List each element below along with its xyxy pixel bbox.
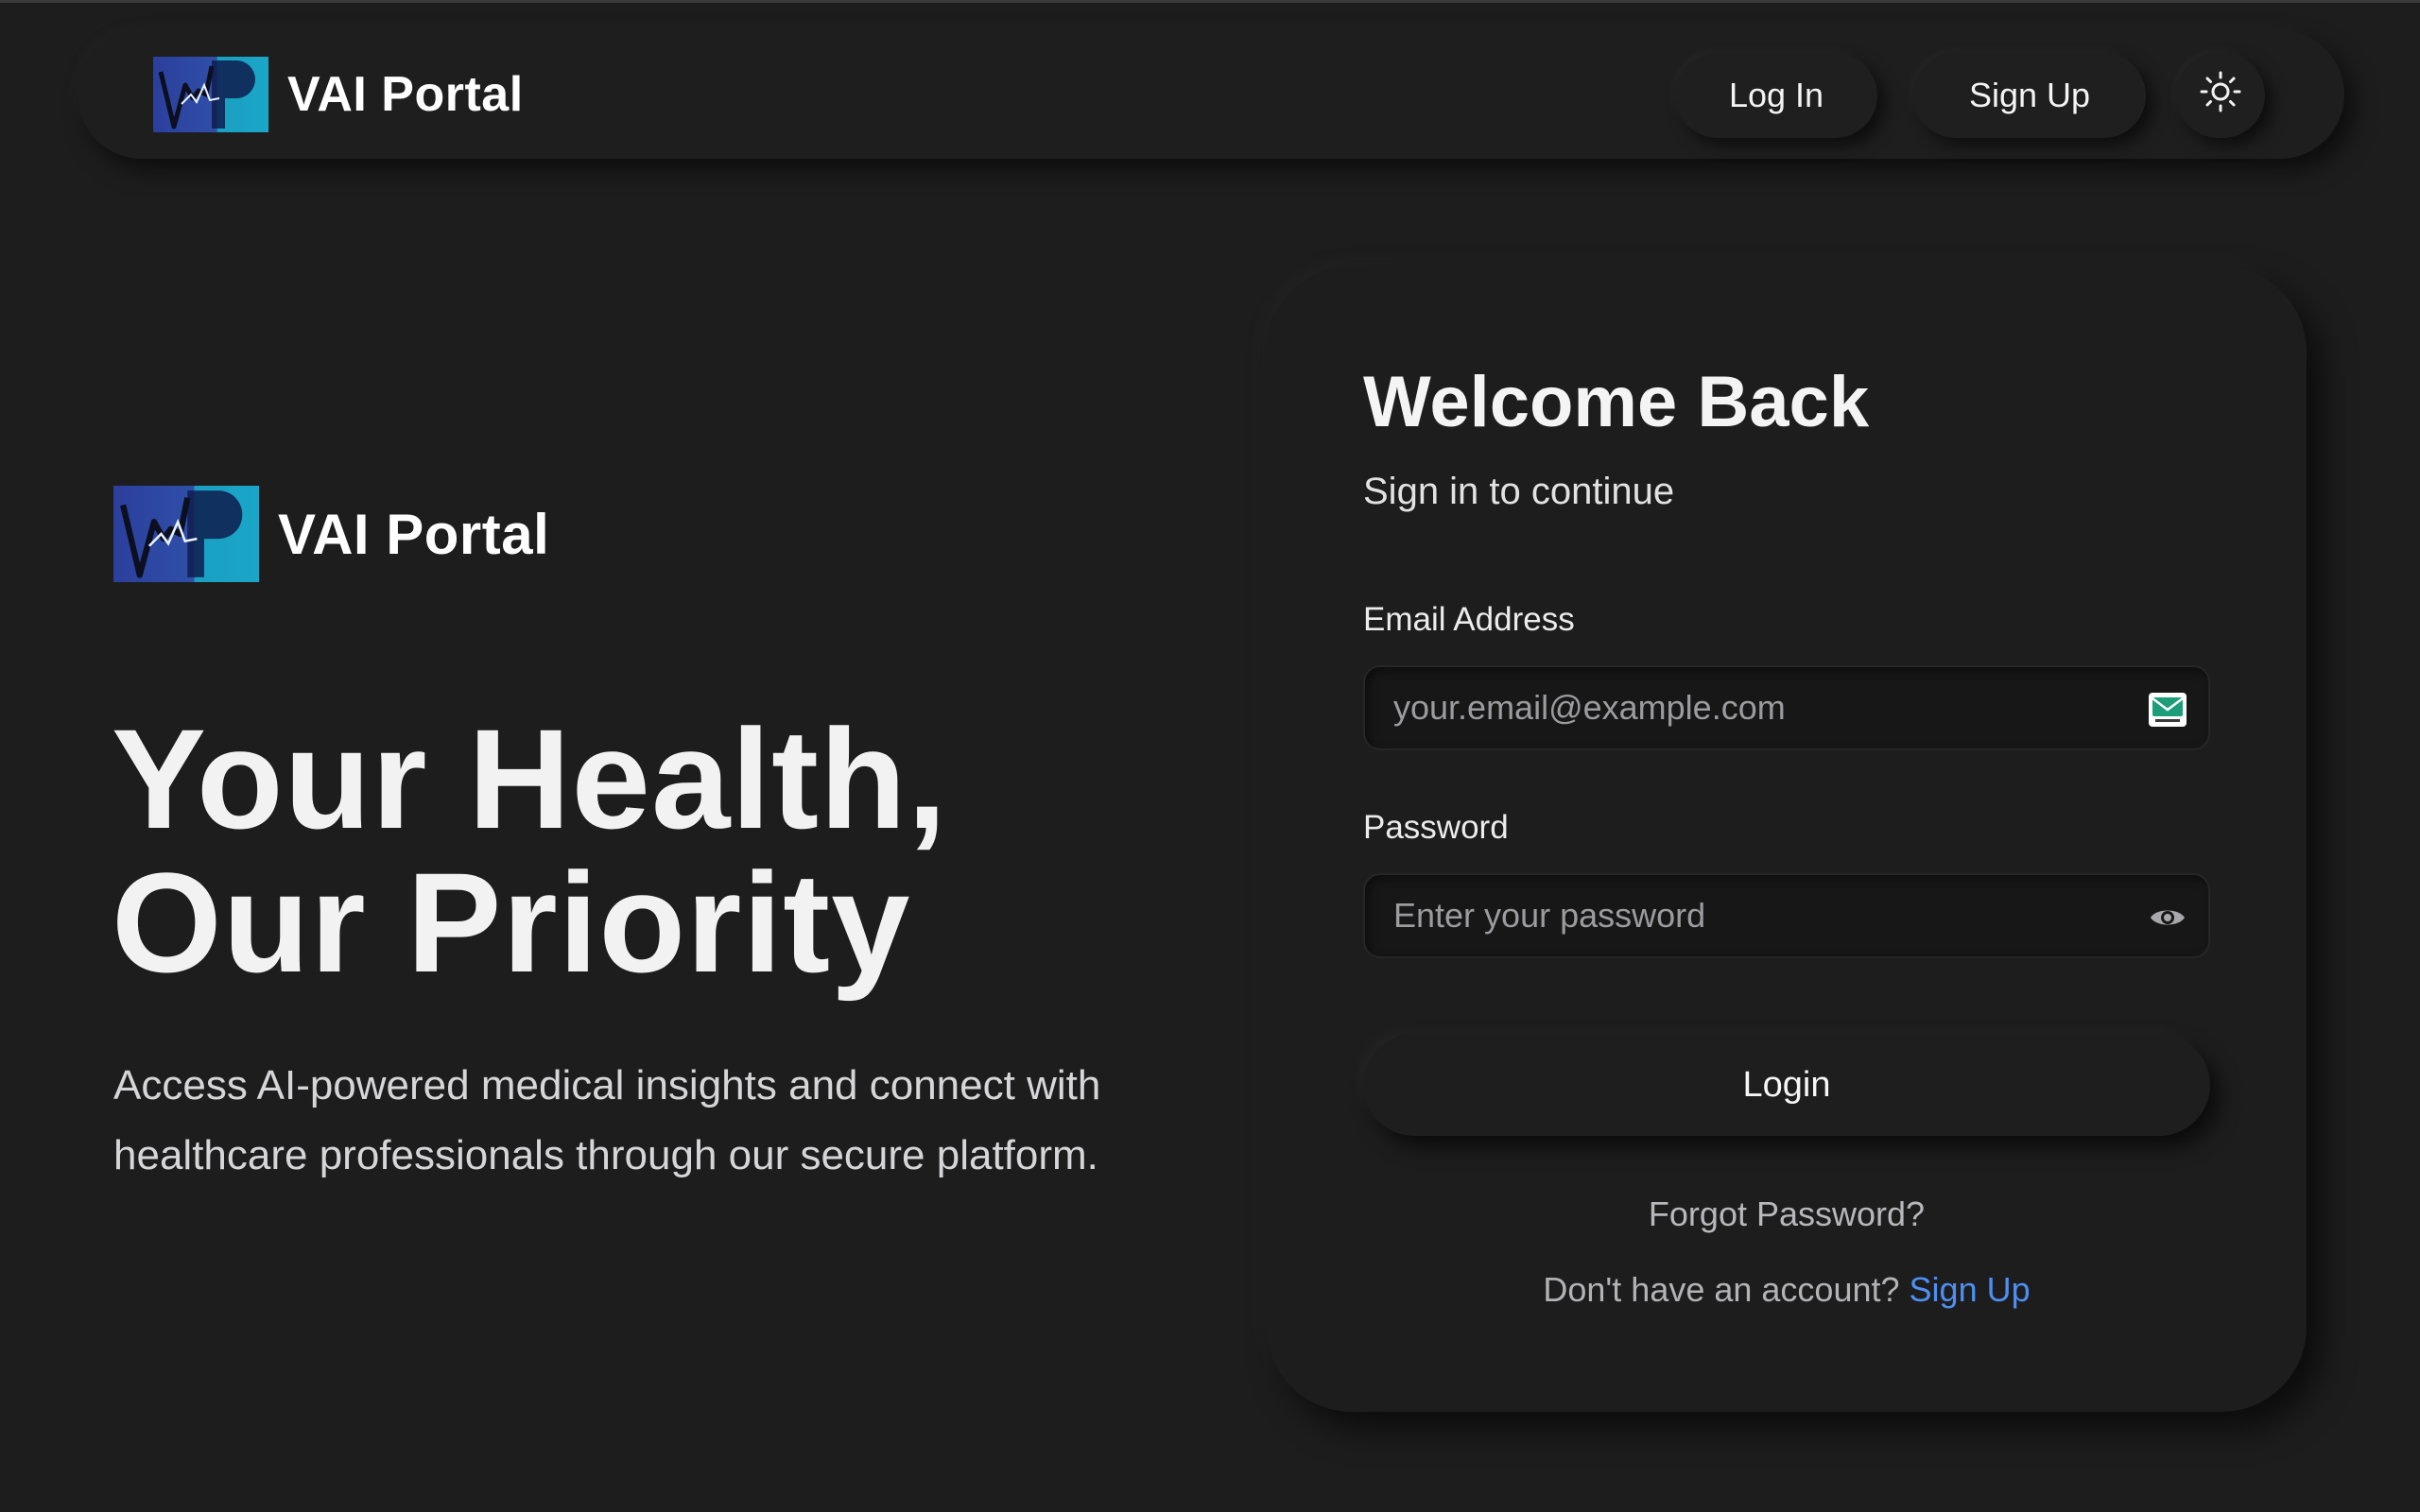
- login-subtitle: Sign in to continue: [1363, 471, 1675, 512]
- forgot-password-link[interactable]: Forgot Password?: [1267, 1194, 2307, 1234]
- eye-icon[interactable]: [2148, 898, 2187, 937]
- login-card: Welcome Back Sign in to continue Email A…: [1267, 266, 2307, 1412]
- header-brand[interactable]: VAI Portal: [153, 55, 524, 134]
- header-brand-name: VAI Portal: [287, 67, 524, 122]
- hero-title-line-1: Your Health,: [112, 699, 948, 858]
- hero-title-line-2: Our Priority: [112, 843, 911, 1002]
- vai-logo-icon: [153, 57, 268, 132]
- email-input[interactable]: [1365, 667, 2208, 748]
- hero-title: Your Health, Our Priority: [112, 707, 947, 994]
- email-label: Email Address: [1363, 601, 1575, 638]
- top-navbar: VAI Portal Log In Sign Up: [78, 30, 2344, 159]
- password-label: Password: [1363, 809, 1509, 846]
- hero-brand: VAI Portal: [113, 486, 549, 582]
- signup-prompt: Don't have an account? Sign Up: [1267, 1270, 2307, 1310]
- hero-description: Access AI-powered medical insights and c…: [113, 1062, 1101, 1178]
- login-submit-button[interactable]: Login: [1363, 1034, 2210, 1136]
- header-login-button[interactable]: Log In: [1675, 53, 1877, 138]
- theme-toggle-button[interactable]: [2176, 53, 2265, 138]
- password-input[interactable]: [1365, 875, 2208, 956]
- email-icon[interactable]: [2148, 690, 2187, 730]
- password-field-container: [1363, 873, 2210, 958]
- no-account-text: Don't have an account?: [1543, 1270, 1900, 1309]
- email-field-container: [1363, 665, 2210, 750]
- header-signup-button[interactable]: Sign Up: [1913, 53, 2146, 138]
- window-top-border: [0, 0, 2420, 3]
- signup-link[interactable]: Sign Up: [1910, 1270, 2031, 1309]
- sun-icon: [2198, 69, 2243, 123]
- hero-brand-name: VAI Portal: [278, 502, 550, 566]
- login-title: Welcome Back: [1363, 362, 1870, 442]
- vai-logo-icon: [113, 486, 259, 582]
